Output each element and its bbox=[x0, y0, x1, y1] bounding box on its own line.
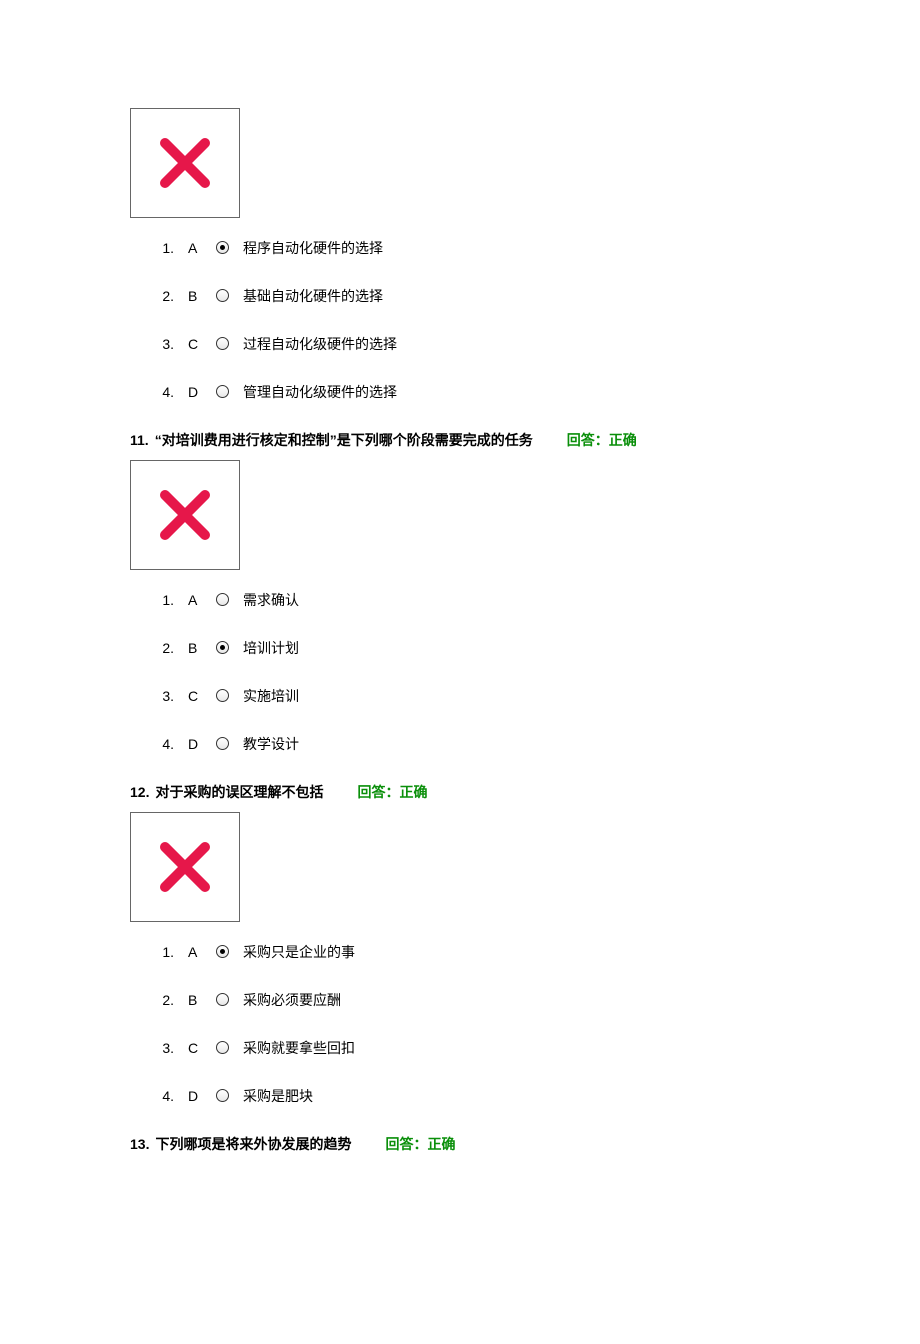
answer-status: 回答：正确 bbox=[567, 430, 637, 450]
option-text: 采购就要拿些回扣 bbox=[243, 1038, 355, 1058]
x-icon bbox=[155, 837, 215, 897]
question-text: 对于采购的误区理解不包括 bbox=[155, 782, 323, 802]
option-text: 采购必须要应酬 bbox=[243, 990, 341, 1010]
option-number: 1. bbox=[156, 944, 174, 960]
option-letter: D bbox=[188, 736, 202, 752]
radio-icon[interactable] bbox=[216, 993, 229, 1006]
option-row: 3. C 采购就要拿些回扣 bbox=[156, 1038, 790, 1058]
answer-status: 回答：正确 bbox=[385, 1134, 455, 1154]
option-letter: D bbox=[188, 384, 202, 400]
question-text: “对培训费用进行核定和控制”是下列哪个阶段需要完成的任务 bbox=[155, 430, 533, 450]
option-letter: B bbox=[188, 992, 202, 1008]
radio-icon[interactable] bbox=[216, 337, 229, 350]
broken-image-placeholder bbox=[130, 812, 240, 922]
option-row: 3. C 实施培训 bbox=[156, 686, 790, 706]
option-number: 3. bbox=[156, 336, 174, 352]
radio-icon[interactable] bbox=[216, 641, 229, 654]
option-letter: C bbox=[188, 1040, 202, 1056]
document-page: 1. A 程序自动化硬件的选择 2. B 基础自动化硬件的选择 3. C 过程自… bbox=[0, 0, 920, 1344]
option-number: 2. bbox=[156, 640, 174, 656]
x-icon bbox=[155, 133, 215, 193]
option-row: 1. A 需求确认 bbox=[156, 590, 790, 610]
option-text: 实施培训 bbox=[243, 686, 299, 706]
option-row: 3. C 过程自动化级硬件的选择 bbox=[156, 334, 790, 354]
option-number: 4. bbox=[156, 384, 174, 400]
option-row: 1. A 程序自动化硬件的选择 bbox=[156, 238, 790, 258]
question-number: 11. bbox=[130, 432, 149, 448]
option-letter: A bbox=[188, 240, 202, 256]
question-number: 12. bbox=[130, 784, 149, 800]
option-text: 需求确认 bbox=[243, 590, 299, 610]
option-text: 基础自动化硬件的选择 bbox=[243, 286, 383, 306]
question-number: 13. bbox=[130, 1136, 149, 1152]
option-text: 过程自动化级硬件的选择 bbox=[243, 334, 397, 354]
options-list-q12: 1. A 采购只是企业的事 2. B 采购必须要应酬 3. C 采购就要拿些回扣… bbox=[156, 942, 790, 1106]
radio-icon[interactable] bbox=[216, 289, 229, 302]
option-row: 4. D 采购是肥块 bbox=[156, 1086, 790, 1106]
radio-icon[interactable] bbox=[216, 689, 229, 702]
broken-image-placeholder bbox=[130, 108, 240, 218]
option-text: 程序自动化硬件的选择 bbox=[243, 238, 383, 258]
option-number: 2. bbox=[156, 992, 174, 1008]
option-text: 采购是肥块 bbox=[243, 1086, 313, 1106]
radio-icon[interactable] bbox=[216, 737, 229, 750]
option-row: 4. D 管理自动化级硬件的选择 bbox=[156, 382, 790, 402]
option-number: 1. bbox=[156, 592, 174, 608]
broken-image-placeholder bbox=[130, 460, 240, 570]
option-letter: D bbox=[188, 1088, 202, 1104]
radio-icon[interactable] bbox=[216, 385, 229, 398]
option-text: 教学设计 bbox=[243, 734, 299, 754]
option-number: 2. bbox=[156, 288, 174, 304]
question-line: 12. 对于采购的误区理解不包括 回答：正确 bbox=[130, 782, 790, 802]
options-list-q11: 1. A 需求确认 2. B 培训计划 3. C 实施培训 4. D 教学设计 bbox=[156, 590, 790, 754]
option-number: 4. bbox=[156, 1088, 174, 1104]
option-row: 2. B 采购必须要应酬 bbox=[156, 990, 790, 1010]
option-letter: C bbox=[188, 688, 202, 704]
option-text: 管理自动化级硬件的选择 bbox=[243, 382, 397, 402]
option-text: 采购只是企业的事 bbox=[243, 942, 355, 962]
radio-icon[interactable] bbox=[216, 1089, 229, 1102]
radio-icon[interactable] bbox=[216, 241, 229, 254]
option-number: 3. bbox=[156, 688, 174, 704]
option-letter: A bbox=[188, 944, 202, 960]
radio-icon[interactable] bbox=[216, 593, 229, 606]
options-list-q10: 1. A 程序自动化硬件的选择 2. B 基础自动化硬件的选择 3. C 过程自… bbox=[156, 238, 790, 402]
option-number: 4. bbox=[156, 736, 174, 752]
radio-icon[interactable] bbox=[216, 945, 229, 958]
option-letter: B bbox=[188, 640, 202, 656]
option-row: 2. B 培训计划 bbox=[156, 638, 790, 658]
radio-icon[interactable] bbox=[216, 1041, 229, 1054]
option-letter: C bbox=[188, 336, 202, 352]
option-row: 2. B 基础自动化硬件的选择 bbox=[156, 286, 790, 306]
question-line: 13. 下列哪项是将来外协发展的趋势 回答：正确 bbox=[130, 1134, 790, 1154]
x-icon bbox=[155, 485, 215, 545]
option-row: 1. A 采购只是企业的事 bbox=[156, 942, 790, 962]
option-number: 3. bbox=[156, 1040, 174, 1056]
option-letter: B bbox=[188, 288, 202, 304]
option-row: 4. D 教学设计 bbox=[156, 734, 790, 754]
option-text: 培训计划 bbox=[243, 638, 299, 658]
option-letter: A bbox=[188, 592, 202, 608]
question-line: 11. “对培训费用进行核定和控制”是下列哪个阶段需要完成的任务 回答：正确 bbox=[130, 430, 790, 450]
option-number: 1. bbox=[156, 240, 174, 256]
answer-status: 回答：正确 bbox=[357, 782, 427, 802]
question-text: 下列哪项是将来外协发展的趋势 bbox=[155, 1134, 351, 1154]
